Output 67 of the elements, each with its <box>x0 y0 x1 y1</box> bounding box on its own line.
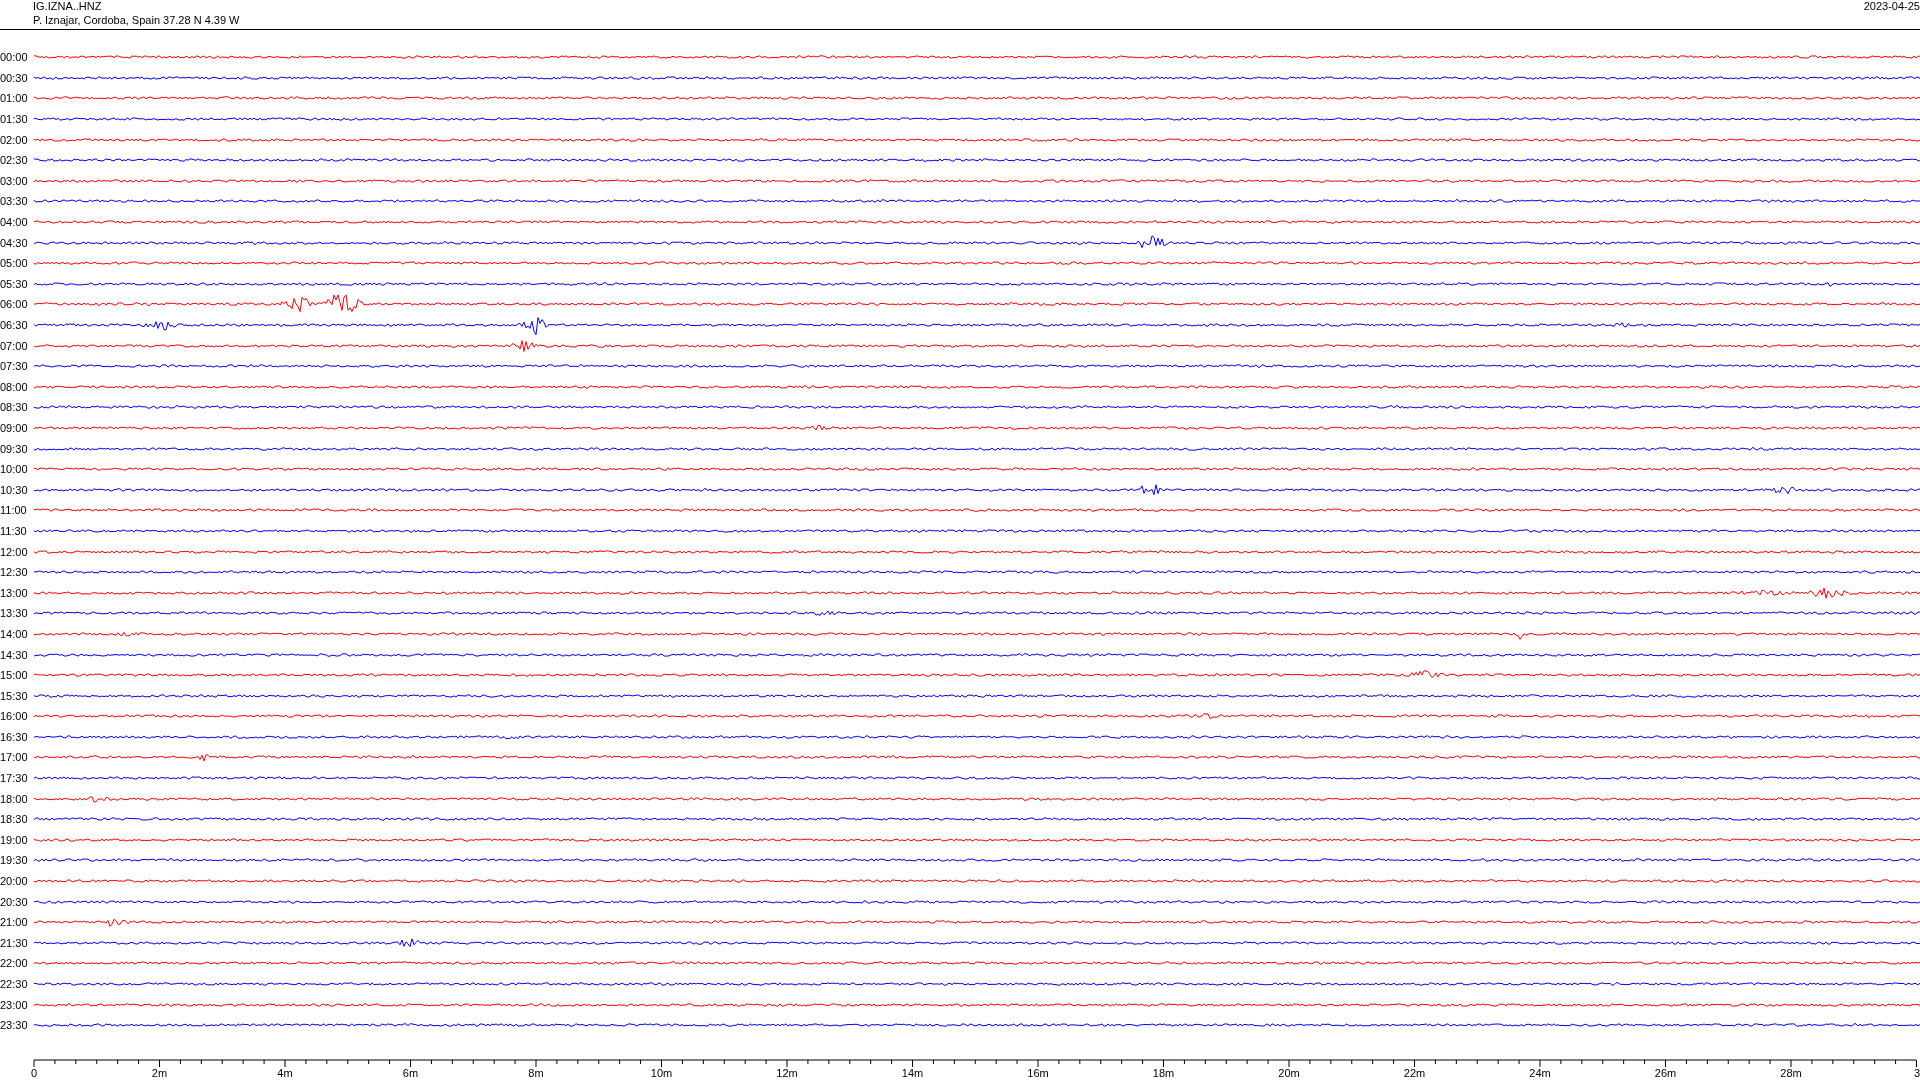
time-label: 12:30 <box>0 566 29 579</box>
time-label: 01:30 <box>0 113 29 126</box>
time-label: 00:00 <box>0 51 29 64</box>
axis-tick-label: 28m <box>1780 1066 1802 1079</box>
axis-tick-label: 22m <box>1403 1066 1426 1079</box>
time-label: 05:00 <box>0 257 29 270</box>
station-code: IG.IZNA..HNZ <box>33 0 103 12</box>
time-label: 11:30 <box>0 524 28 537</box>
time-label: 06:00 <box>0 298 29 311</box>
axis-tick-label: 24m <box>1529 1066 1551 1079</box>
time-label: 17:00 <box>0 751 29 764</box>
axis-tick-label: 2m <box>151 1066 168 1079</box>
axis-tick-label: 16m <box>1027 1066 1049 1079</box>
time-label: 16:00 <box>0 710 29 723</box>
time-label: 22:30 <box>0 978 29 990</box>
time-label: 08:30 <box>0 401 29 414</box>
time-label: 14:30 <box>0 648 29 661</box>
time-label: 11:00 <box>0 504 28 517</box>
axis-tick-label: 26m <box>1654 1066 1677 1079</box>
time-label: 23:00 <box>0 998 29 1011</box>
time-label: 16:30 <box>0 730 29 743</box>
time-label: 04:30 <box>0 236 29 249</box>
time-label: 10:30 <box>0 483 29 496</box>
axis-tick-label: 8m <box>528 1066 544 1079</box>
time-label: 10:00 <box>0 463 29 476</box>
time-label: 02:00 <box>0 133 29 146</box>
plot-date: 2023-04-25 <box>1863 0 1920 12</box>
time-label: 17:30 <box>0 772 29 785</box>
time-label: 14:00 <box>0 627 29 640</box>
time-label: 02:30 <box>0 154 29 167</box>
time-label: 18:00 <box>0 792 29 805</box>
axis-tick-label: 6m <box>402 1066 419 1079</box>
axis-tick-label: 3 <box>1913 1066 1920 1079</box>
time-label: 06:30 <box>0 319 29 331</box>
axis-tick-label: 4m <box>277 1066 293 1079</box>
station-location: P. Iznajar, Cordoba, Spain 37.28 N 4.39 W <box>33 14 240 26</box>
time-label: 09:00 <box>0 422 29 434</box>
time-label: 18:30 <box>0 813 29 826</box>
time-label: 12:00 <box>0 545 29 558</box>
time-label: 00:30 <box>0 71 29 84</box>
axis-tick-label: 20m <box>1278 1066 1300 1079</box>
axis-tick-label: 12m <box>776 1066 798 1079</box>
time-label: 22:00 <box>0 957 29 970</box>
time-label: 08:00 <box>0 380 29 393</box>
time-label: 19:30 <box>0 854 29 867</box>
time-label: 21:00 <box>0 916 29 929</box>
time-label: 05:30 <box>0 277 29 290</box>
time-label: 07:00 <box>0 339 29 352</box>
time-label: 01:00 <box>0 92 29 105</box>
time-label: 15:30 <box>0 689 29 702</box>
time-label: 04:00 <box>0 216 29 229</box>
time-label: 21:30 <box>0 936 29 949</box>
time-label: 13:00 <box>0 586 29 599</box>
time-label: 20:30 <box>0 895 29 908</box>
axis-tick-label: 10m <box>650 1066 673 1079</box>
time-label: 20:00 <box>0 875 29 888</box>
axis-tick-label: 18m <box>1152 1066 1175 1079</box>
axis-tick-label: 0 <box>30 1066 38 1079</box>
time-label: 09:30 <box>0 442 29 455</box>
time-label: 03:30 <box>0 195 29 208</box>
time-label: 15:00 <box>0 669 29 682</box>
axis-tick-label: 14m <box>901 1066 924 1079</box>
time-label: 03:00 <box>0 174 29 187</box>
time-label: 07:30 <box>0 360 29 373</box>
time-label: 19:00 <box>0 833 29 846</box>
time-label: 13:30 <box>0 607 29 620</box>
time-label: 23:30 <box>0 1019 29 1032</box>
